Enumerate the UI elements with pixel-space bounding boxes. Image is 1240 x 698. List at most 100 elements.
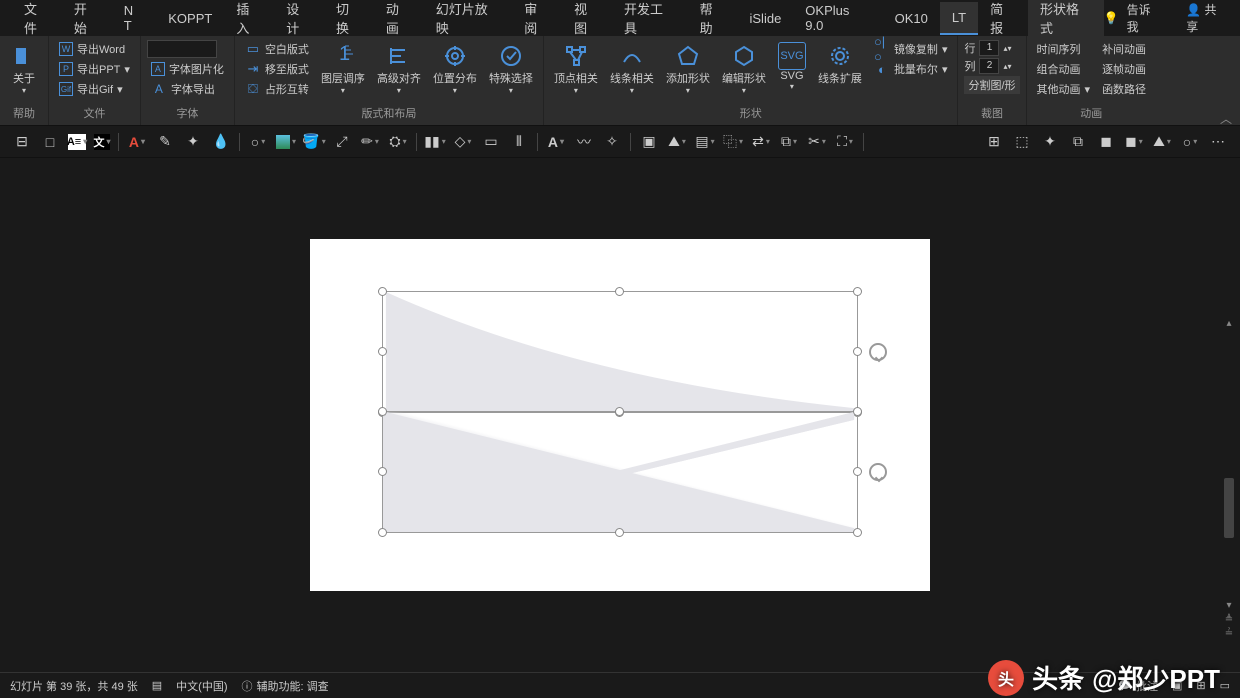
tool-r3[interactable]: ✦ [1040,132,1060,152]
accessibility-button[interactable]: ⓘ 辅助功能: 调查 [242,678,329,694]
collapse-ribbon-button[interactable]: ︿ [1220,110,1232,127]
view-reading-button[interactable]: ▭ [1220,679,1230,692]
tool-clone1[interactable]: ▣ [639,132,659,152]
edit-shape-button[interactable]: 编辑形状▾ [718,40,770,97]
handle-tc[interactable] [615,287,624,296]
tab-koppt[interactable]: KOPPT [156,3,224,34]
shape-1[interactable] [383,292,857,412]
tool-group[interactable]: ⿻ [723,132,743,152]
tool-wand[interactable]: ✦ [183,132,203,152]
rotate-handle[interactable] [869,343,887,361]
vertical-scrollbar[interactable]: ▴ ▾ ≜ ≟ [1222,318,1236,642]
batch-bool-button[interactable]: ◐批量布尔 ▾ [870,60,952,78]
rotate-handle[interactable] [869,463,887,481]
tellme-button[interactable]: 告诉我 [1127,1,1163,35]
tool-bucket[interactable]: 🪣 [304,132,324,152]
tool-brush[interactable]: ✎ [155,132,175,152]
tool-r5[interactable]: ◼ [1096,132,1116,152]
tool-mtn[interactable]: ⛰ [667,132,687,152]
export-word-button[interactable]: W导出Word [55,40,134,58]
prev-slide-button[interactable]: ≜ [1222,614,1236,628]
scroll-up-button[interactable]: ▴ [1222,318,1236,332]
handle-tr[interactable] [853,287,862,296]
handle-mr[interactable] [853,347,862,356]
tool-r4[interactable]: ⧉ [1068,132,1088,152]
tool-chart[interactable]: ▮▮ [425,132,445,152]
tool-sq2[interactable]: ▭ [481,132,501,152]
next-slide-button[interactable]: ≟ [1222,628,1236,642]
font-image-button[interactable]: A字体图片化 [147,60,228,78]
tool-text[interactable]: 文 [94,134,110,150]
blank-layout-button[interactable]: ▭空白版式 [241,40,313,58]
tool-drop[interactable]: 💧 [211,132,231,152]
handle-bc[interactable] [615,528,624,537]
tool-stack[interactable]: ▤ [695,132,715,152]
export-ppt-button[interactable]: P导出PPT ▾ [55,60,134,78]
font-select[interactable] [147,40,217,58]
tool-r8[interactable]: ○ [1180,132,1200,152]
anim-combo-button[interactable]: 组合动画 [1033,60,1095,78]
vertex-button[interactable]: 顶点相关▾ [550,40,602,97]
tab-nt[interactable]: N T [112,0,157,41]
tool-textbox[interactable]: A≡ [68,134,86,150]
handle-ml[interactable] [378,347,387,356]
move-layout-button[interactable]: ⇥移至版式 [241,60,313,78]
add-shape-button[interactable]: 添加形状▾ [662,40,714,97]
tab-islide[interactable]: iSlide [738,3,794,34]
slide[interactable] [310,239,930,591]
tool-fill[interactable] [276,132,296,152]
tool-abig[interactable]: A [546,132,566,152]
tool-crop2[interactable]: ⧉ [779,132,799,152]
tool-more[interactable]: ⋯ [1208,132,1228,152]
tool-star[interactable]: ✧ [602,132,622,152]
handle-tl[interactable] [378,407,387,416]
anim-time-button[interactable]: 时间序列 [1033,40,1095,58]
mirror-button[interactable]: ○|○镜像复制 ▾ [870,40,952,58]
tool-2[interactable]: □ [40,132,60,152]
layer-order-button[interactable]: 1图层调序▾ [317,40,369,97]
position-button[interactable]: 位置分布▾ [429,40,481,97]
shape-2-selection[interactable] [382,411,858,533]
placeholder-button[interactable]: ⛋占形互转 [241,80,313,98]
line-expand-button[interactable]: 线条扩展 [814,40,866,88]
notes-button[interactable]: ▤ [152,679,162,692]
tool-r2[interactable]: ⬚ [1012,132,1032,152]
special-select-button[interactable]: 特殊选择▾ [485,40,537,97]
anim-path-button[interactable]: 函数路径 [1098,80,1150,98]
handle-ml[interactable] [378,467,387,476]
tool-fontcolor[interactable]: A [127,132,147,152]
shape-1-selection[interactable] [382,291,858,413]
handle-br[interactable] [853,528,862,537]
tool-pen[interactable]: ✏ [360,132,380,152]
share-button[interactable]: 👤 共享 [1186,1,1228,35]
tab-okplus[interactable]: OKPlus 9.0 [793,0,882,41]
tool-r1[interactable]: ⊞ [984,132,1004,152]
handle-tc[interactable] [615,407,624,416]
tool-r7[interactable]: ⛰ [1152,132,1172,152]
canvas-area[interactable]: ▴ ▾ ≜ ≟ [0,158,1240,672]
handle-tl[interactable] [378,287,387,296]
scroll-down-button[interactable]: ▾ [1222,600,1236,614]
tool-trim[interactable]: ✂ [807,132,827,152]
anim-tween-button[interactable]: 补间动画 [1098,40,1150,58]
tool-r6[interactable]: ◼ [1124,132,1144,152]
tool-1[interactable]: ⊟ [12,132,32,152]
tool-scale[interactable]: ⛶ [835,132,855,152]
row-input[interactable]: 行1▴▾ [964,40,1019,56]
align-button[interactable]: 高级对齐▾ [373,40,425,97]
tool-sq[interactable]: ◇ [453,132,473,152]
language-label[interactable]: 中文(中国) [176,678,227,694]
tool-swap[interactable]: ⇄ [751,132,771,152]
tab-ok10[interactable]: OK10 [883,3,940,34]
anim-other-button[interactable]: 其他动画 ▾ [1033,80,1095,98]
tool-circle[interactable]: ○ [248,132,268,152]
scroll-thumb[interactable] [1224,478,1234,538]
split-button[interactable]: 分割图/形 [964,76,1019,94]
font-export-button[interactable]: A字体导出 [147,80,228,98]
about-button[interactable]: 关于▾ [6,40,42,97]
tool-cols[interactable]: ⦀ [509,132,529,152]
col-input[interactable]: 列2▴▾ [964,58,1019,74]
tool-adjust[interactable]: ⛭ [388,132,408,152]
export-gif-button[interactable]: Gif导出Gif ▾ [55,80,134,98]
tool-curve[interactable]: 〰 [574,132,594,152]
